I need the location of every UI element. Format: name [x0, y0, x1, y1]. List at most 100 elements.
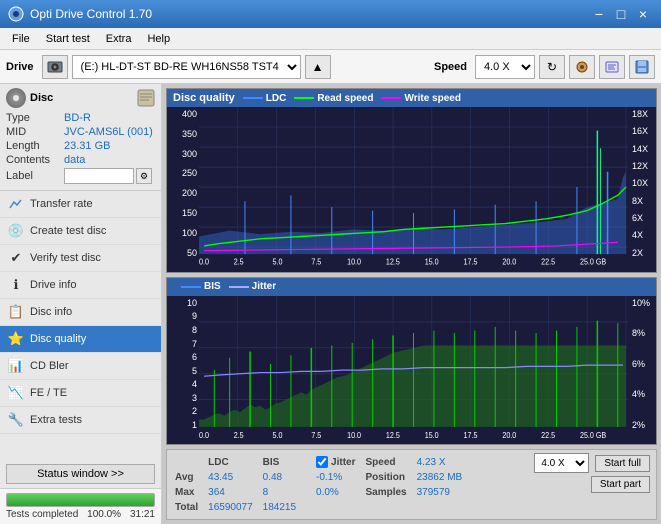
- menu-start-test[interactable]: Start test: [38, 31, 98, 47]
- bis-header: BIS: [263, 455, 304, 469]
- max-bis: 8: [263, 486, 304, 499]
- maximize-button[interactable]: □: [611, 4, 631, 24]
- bis-chart-title-bar: BIS Jitter: [167, 278, 656, 296]
- svg-text:12.5: 12.5: [386, 257, 400, 267]
- progress-bar-outer: [6, 493, 155, 507]
- disc-quality-icon: ⭐: [8, 331, 24, 347]
- drive-select[interactable]: (E:) HL-DT-ST BD-RE WH16NS58 TST4: [72, 55, 301, 79]
- legend-read-speed-color: [294, 97, 314, 99]
- disc-label-input[interactable]: [64, 168, 134, 184]
- progress-text: Tests completed 100.0% 31:21: [6, 509, 155, 520]
- samples-label: Samples: [365, 486, 414, 499]
- drive-toolbar: Drive (E:) HL-DT-ST BD-RE WH16NS58 TST4 …: [0, 50, 661, 84]
- sidebar-item-cd-bler[interactable]: 📊 CD Bler: [0, 353, 161, 380]
- drive-icon-button[interactable]: [42, 55, 68, 79]
- legend-bis-color: [181, 286, 201, 288]
- chart-right-axis-top: 18X16X14X12X10X8X6X4X2X: [628, 107, 656, 272]
- menu-extra[interactable]: Extra: [98, 31, 140, 47]
- disc-length-value: 23.31 GB: [64, 140, 110, 152]
- disc-label-button[interactable]: ⚙: [136, 168, 152, 184]
- main-layout: Disc Type BD-R MID JVC-AMS6L (001) Lengt…: [0, 84, 661, 524]
- progress-time: 31:21: [130, 509, 155, 520]
- eject-button[interactable]: ▲: [305, 55, 331, 79]
- sidebar-item-extra-tests[interactable]: 🔧 Extra tests: [0, 407, 161, 434]
- disc-header-left: Disc: [6, 88, 53, 108]
- speed-row: 4.0 X Start full: [534, 453, 650, 473]
- app-icon: [8, 6, 24, 22]
- avg-bis: 0.48: [263, 471, 304, 484]
- legend-jitter: Jitter: [229, 281, 276, 292]
- svg-text:17.5: 17.5: [464, 430, 478, 440]
- max-label: Max: [175, 486, 206, 499]
- svg-text:15.0: 15.0: [425, 430, 439, 440]
- info-button[interactable]: [599, 55, 625, 79]
- jitter-checkbox[interactable]: [316, 456, 328, 468]
- sidebar-item-fe-te[interactable]: 📉 FE / TE: [0, 380, 161, 407]
- refresh-button[interactable]: ↻: [539, 55, 565, 79]
- minimize-button[interactable]: −: [589, 4, 609, 24]
- chart-left-axis-top: 40035030025020015010050: [167, 107, 199, 272]
- chart-svg-bottom: 0.0 2.5 5.0 7.5 10.0 12.5 15.0 17.5 20.0…: [199, 296, 628, 444]
- progress-section: Tests completed 100.0% 31:21: [0, 488, 161, 524]
- fe-te-icon: 📉: [8, 385, 24, 401]
- svg-text:22.5: 22.5: [541, 257, 555, 267]
- disc-label-row: Label ⚙: [6, 168, 155, 184]
- disc-contents-value: data: [64, 154, 85, 166]
- sidebar-item-verify-test-disc[interactable]: ✔ Verify test disc: [0, 245, 161, 272]
- speed-dropdown[interactable]: 4.0 X: [534, 453, 589, 473]
- verify-test-disc-icon: ✔: [8, 250, 24, 266]
- disc-header: Disc: [6, 88, 155, 108]
- disc-type-row: Type BD-R: [6, 112, 155, 124]
- chart-area-top: 40035030025020015010050: [167, 107, 656, 272]
- legend-ldc: LDC: [243, 93, 287, 104]
- create-test-disc-icon: 💿: [8, 223, 24, 239]
- chart-body-top: 0.0 2.5 5.0 7.5 10.0 12.5 15.0 17.5 20.0…: [199, 107, 628, 272]
- menubar: File Start test Extra Help: [0, 28, 661, 50]
- menu-file[interactable]: File: [4, 31, 38, 47]
- fe-te-label: FE / TE: [30, 387, 67, 399]
- max-ldc: 364: [208, 486, 261, 499]
- save-button[interactable]: [629, 55, 655, 79]
- legend-write-speed-label: Write speed: [404, 93, 461, 104]
- chart-right-axis-bottom: 10%8%6%4%2%: [628, 296, 656, 444]
- sidebar-item-disc-info[interactable]: 📋 Disc info: [0, 299, 161, 326]
- sidebar-item-create-test-disc[interactable]: 💿 Create test disc: [0, 218, 161, 245]
- legend-jitter-color: [229, 286, 249, 288]
- start-part-button[interactable]: Start part: [591, 476, 650, 493]
- avg-ldc: 43.45: [208, 471, 261, 484]
- svg-text:20.0: 20.0: [502, 430, 516, 440]
- progress-label: Tests completed: [6, 509, 78, 520]
- close-button[interactable]: ×: [633, 4, 653, 24]
- legend-ldc-color: [243, 97, 263, 99]
- svg-text:0.0: 0.0: [199, 257, 209, 267]
- stats-right: 4.0 X Start full Start part: [534, 453, 650, 493]
- legend-bis-label: BIS: [204, 281, 221, 292]
- total-bis: 184215: [263, 501, 304, 514]
- sidebar-item-drive-info[interactable]: ℹ Drive info: [0, 272, 161, 299]
- sidebar-item-disc-quality[interactable]: ⭐ Disc quality: [0, 326, 161, 353]
- start-full-button[interactable]: Start full: [595, 455, 650, 472]
- settings-button[interactable]: [569, 55, 595, 79]
- max-jitter: 0.0%: [316, 486, 363, 499]
- drive-info-label: Drive info: [30, 279, 76, 291]
- stats-table: LDC BIS Jitter Speed 4.23 X Avg 43.45: [173, 453, 472, 516]
- svg-text:12.5: 12.5: [386, 430, 400, 440]
- speed-select[interactable]: 4.0 X: [475, 55, 535, 79]
- status-window-button[interactable]: Status window >>: [6, 464, 155, 484]
- cd-bler-label: CD Bler: [30, 360, 69, 372]
- disc-info-label: Disc info: [30, 306, 72, 318]
- disc-quality-label: Disc quality: [30, 333, 86, 345]
- verify-test-disc-label: Verify test disc: [30, 252, 101, 264]
- sidebar-item-transfer-rate[interactable]: Transfer rate: [0, 191, 161, 218]
- menu-help[interactable]: Help: [139, 31, 178, 47]
- svg-text:0.0: 0.0: [199, 430, 209, 440]
- svg-text:5.0: 5.0: [273, 430, 283, 440]
- svg-text:5.0: 5.0: [273, 257, 283, 267]
- chart-body-bottom: 0.0 2.5 5.0 7.5 10.0 12.5 15.0 17.5 20.0…: [199, 296, 628, 444]
- start-part-row: Start part: [534, 476, 650, 493]
- speed-label: Speed: [434, 61, 467, 73]
- disc-type-label: Type: [6, 112, 64, 124]
- svg-text:20.0: 20.0: [502, 257, 516, 267]
- progress-bar-inner: [7, 494, 154, 506]
- svg-text:25.0 GB: 25.0 GB: [580, 257, 606, 267]
